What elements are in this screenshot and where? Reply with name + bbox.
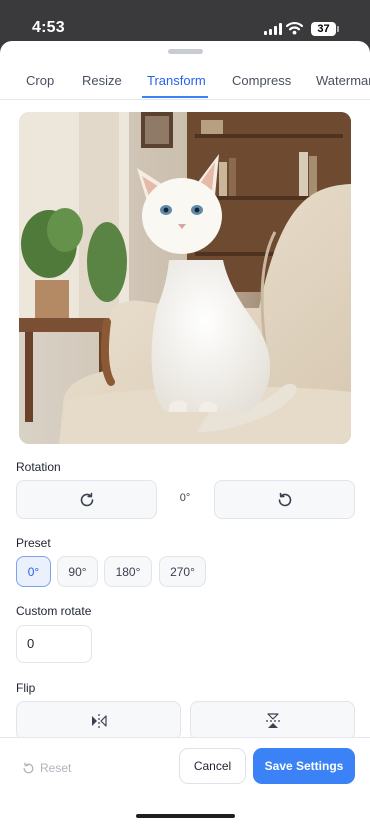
tab-transform[interactable]: Transform xyxy=(147,73,206,88)
rotate-clockwise-button[interactable] xyxy=(16,480,157,519)
preset-270-button[interactable]: 270° xyxy=(159,556,206,587)
sheet-grabber[interactable] xyxy=(168,49,203,54)
cancel-button[interactable]: Cancel xyxy=(179,748,246,784)
transform-sheet: Crop Resize Transform Compress Watermark xyxy=(0,41,370,831)
custom-rotate-input[interactable]: 0 xyxy=(16,625,92,663)
rotate-clockwise-icon xyxy=(80,492,93,506)
reset-button[interactable]: Reset xyxy=(22,761,71,775)
reset-icon xyxy=(23,762,34,773)
preset-0-button[interactable]: 0° xyxy=(16,556,51,587)
status-bar: 4:53 37 xyxy=(0,0,370,44)
tab-bar: Crop Resize Transform Compress Watermark xyxy=(0,67,370,100)
preset-label: Preset xyxy=(16,536,51,550)
flip-vertical-button[interactable] xyxy=(190,701,355,740)
flip-horizontal-icon xyxy=(91,713,107,728)
flip-vertical-icon xyxy=(265,712,280,728)
custom-rotate-label: Custom rotate xyxy=(16,604,92,618)
image-preview xyxy=(19,112,351,444)
battery-tip xyxy=(337,26,339,32)
sheet-footer: Reset Cancel Save Settings xyxy=(0,737,370,831)
save-settings-button[interactable]: Save Settings xyxy=(253,748,355,784)
tab-compress[interactable]: Compress xyxy=(232,73,291,88)
wifi-icon xyxy=(286,21,303,35)
tab-crop[interactable]: Crop xyxy=(26,73,54,88)
cellular-signal-icon xyxy=(264,23,283,35)
tab-watermark[interactable]: Watermark xyxy=(316,73,370,88)
flip-label: Flip xyxy=(16,681,36,695)
tab-resize[interactable]: Resize xyxy=(82,73,122,88)
status-time: 4:53 xyxy=(32,19,65,36)
rotation-label: Rotation xyxy=(16,460,61,474)
battery-icon: 37 xyxy=(311,22,336,36)
rotate-counterclockwise-icon xyxy=(278,492,291,506)
rotate-counterclockwise-button[interactable] xyxy=(214,480,355,519)
preset-90-button[interactable]: 90° xyxy=(57,556,98,587)
reset-label: Reset xyxy=(40,761,72,775)
rotation-degrees: 0° xyxy=(179,492,191,504)
active-tab-indicator xyxy=(142,96,208,98)
home-indicator xyxy=(136,814,235,818)
flip-horizontal-button[interactable] xyxy=(16,701,181,740)
preset-180-button[interactable]: 180° xyxy=(104,556,152,587)
